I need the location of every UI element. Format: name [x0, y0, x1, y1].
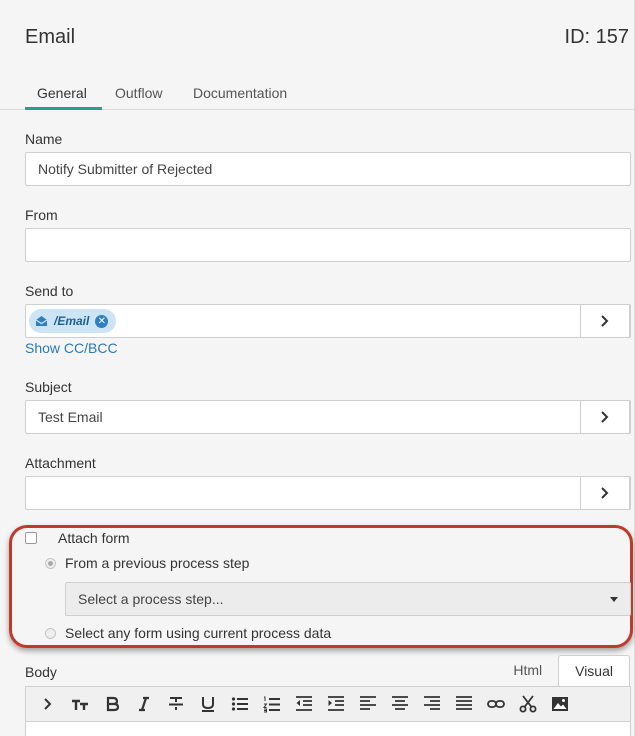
radio-any-form[interactable] [45, 628, 56, 639]
send-to-label: Send to [25, 283, 74, 299]
indent-icon[interactable] [320, 689, 352, 719]
editor-mode-tabs: Html Visual [497, 655, 630, 687]
remove-tag-icon[interactable]: ✕ [95, 314, 109, 328]
from-label: From [25, 207, 58, 223]
numbered-list-icon[interactable] [256, 689, 288, 719]
envelope-icon [35, 316, 48, 326]
from-input[interactable] [25, 228, 631, 262]
attach-form-checkbox[interactable] [25, 532, 37, 544]
send-to-picker-button[interactable] [580, 304, 630, 338]
justify-icon[interactable] [448, 689, 480, 719]
bullet-list-icon[interactable] [224, 689, 256, 719]
image-icon[interactable] [544, 689, 576, 719]
link-icon[interactable] [480, 689, 512, 719]
align-center-icon[interactable] [384, 689, 416, 719]
attachment-label: Attachment [25, 455, 96, 471]
caret-down-icon [610, 597, 618, 602]
tab-documentation[interactable]: Documentation [193, 85, 287, 101]
subject-label: Subject [25, 379, 72, 395]
subject-picker-button[interactable] [580, 400, 630, 434]
process-step-select[interactable]: Select a process step... [65, 582, 631, 616]
bold-icon[interactable] [96, 689, 128, 719]
tab-outflow[interactable]: Outflow [115, 85, 162, 101]
attachment-picker-button[interactable] [580, 476, 630, 510]
body-label: Body [25, 664, 57, 680]
editor-body[interactable] [25, 722, 631, 736]
name-input[interactable]: Notify Submitter of Rejected [25, 152, 631, 186]
option-any-form-label: Select any form using current process da… [65, 625, 332, 641]
strikethrough-icon[interactable] [160, 689, 192, 719]
radio-previous-step[interactable] [45, 558, 56, 569]
tab-html[interactable]: Html [497, 655, 558, 687]
attach-form-label: Attach form [58, 530, 130, 546]
align-right-icon[interactable] [416, 689, 448, 719]
chevron-right-icon [601, 315, 609, 327]
cut-icon[interactable] [512, 689, 544, 719]
chevron-right-icon [601, 411, 609, 423]
chevron-right-icon [601, 487, 609, 499]
text-size-icon[interactable] [64, 689, 96, 719]
id-label: ID: 157 [564, 26, 629, 48]
underline-icon[interactable] [192, 689, 224, 719]
chevron-right-icon[interactable] [32, 689, 64, 719]
align-left-icon[interactable] [352, 689, 384, 719]
recipient-tag: /Email ✕ [29, 309, 117, 333]
send-to-input[interactable]: /Email ✕ [25, 304, 631, 338]
outdent-icon[interactable] [288, 689, 320, 719]
option-previous-step-label: From a previous process step [65, 555, 250, 571]
tab-bar: General Outflow Documentation [0, 76, 635, 110]
attachment-input[interactable] [25, 476, 631, 510]
tab-visual[interactable]: Visual [558, 655, 630, 687]
form-content: Name Notify Submitter of Rejected From S… [0, 110, 635, 736]
process-step-placeholder: Select a process step... [78, 591, 224, 607]
editor-toolbar [25, 686, 631, 722]
panel-header: Email ID: 157 [0, 0, 635, 76]
italic-icon[interactable] [128, 689, 160, 719]
recipient-tag-label: /Email [54, 314, 90, 328]
name-label: Name [25, 131, 63, 147]
subject-input[interactable]: Test Email [25, 400, 631, 434]
subject-value: Test Email [38, 409, 103, 425]
tab-general[interactable]: General [37, 85, 87, 101]
show-cc-bcc-link[interactable]: Show CC/BCC [25, 340, 118, 356]
page-title: Email [25, 26, 76, 48]
